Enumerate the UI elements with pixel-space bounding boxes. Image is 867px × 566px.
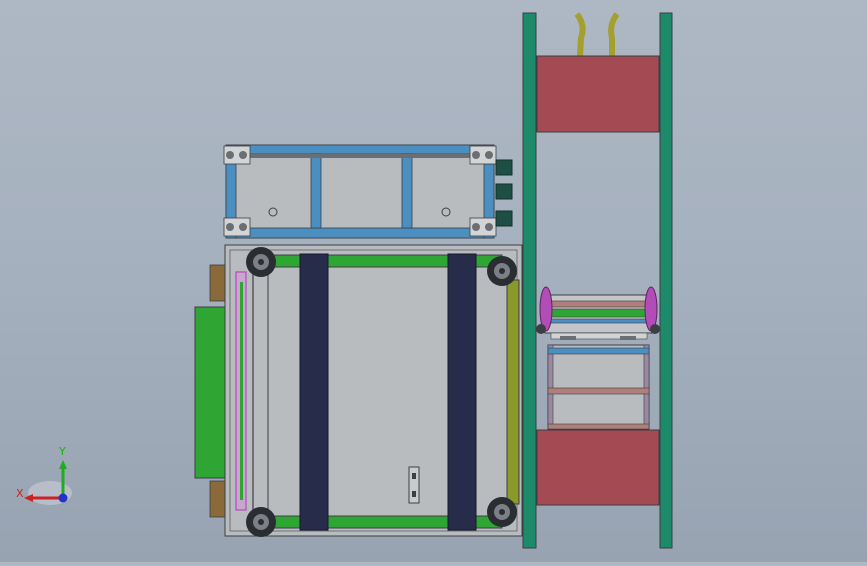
- right-olive-rail: [506, 279, 520, 505]
- z-axis-icon: [58, 493, 68, 503]
- hose-left: [574, 12, 586, 57]
- upper-box-assembly: [223, 144, 513, 239]
- left-post: [522, 12, 537, 549]
- motor-1: [495, 159, 513, 176]
- belt-right: [447, 253, 477, 531]
- right-post: [659, 12, 673, 549]
- upper-counterweight-block: [536, 55, 660, 133]
- lift-carriage: [536, 286, 660, 430]
- motor-3: [495, 210, 513, 227]
- caster-top-left: [246, 247, 276, 277]
- motor-2: [495, 183, 513, 200]
- vertical-frame-assembly: [522, 12, 673, 549]
- x-axis-label: X: [16, 487, 24, 500]
- hose-right: [608, 12, 620, 56]
- belt-left: [299, 253, 329, 531]
- caster-top-right: [487, 256, 517, 286]
- y-axis-label: Y: [58, 445, 66, 458]
- caster-bottom-left: [246, 507, 276, 537]
- cad-viewport[interactable]: X Y: [0, 0, 867, 562]
- lower-counterweight-block: [536, 429, 660, 506]
- orientation-triad: X Y: [16, 445, 72, 505]
- caster-bottom-right: [487, 497, 517, 527]
- main-conveyor-assembly: [194, 244, 523, 537]
